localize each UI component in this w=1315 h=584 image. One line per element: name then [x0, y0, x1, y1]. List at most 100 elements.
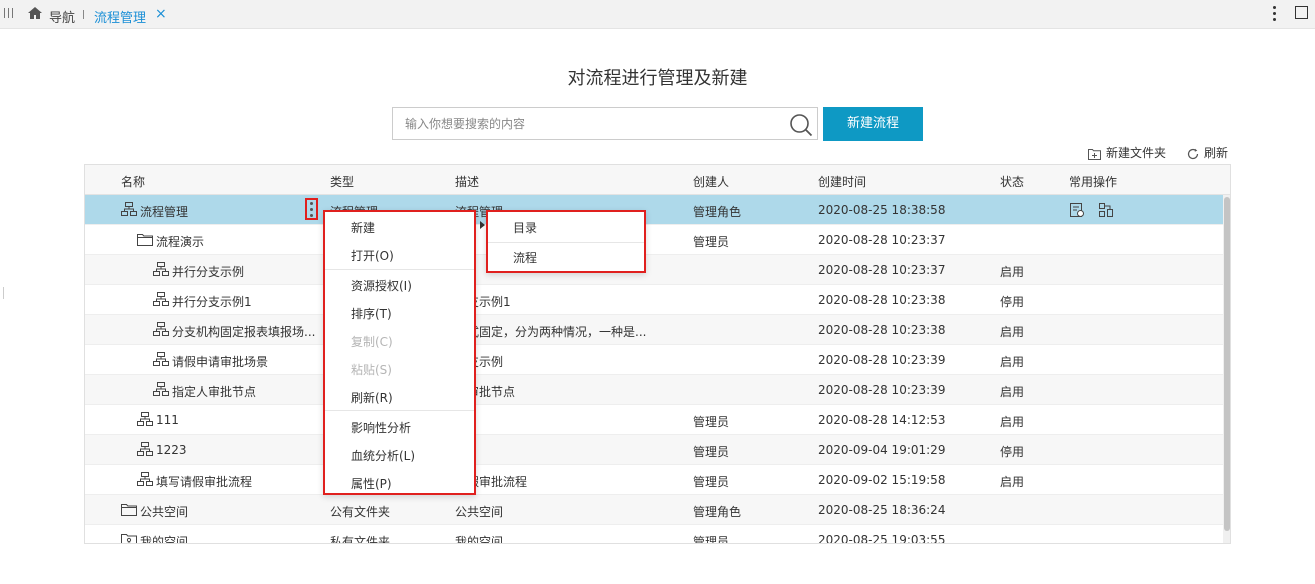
row-status: 停用 [1000, 445, 1025, 459]
folder-user-icon [121, 532, 137, 543]
menu-item-refresh[interactable]: 刷新(R) [325, 384, 474, 412]
column-header-desc[interactable]: 描述 [455, 173, 479, 190]
row-name[interactable]: 分支机构固定报表填报场... [172, 323, 315, 340]
home-icon[interactable] [27, 6, 43, 20]
menu-item-lineage-analysis[interactable]: 血统分析(L) [325, 442, 474, 470]
grip-icon[interactable] [4, 8, 13, 18]
row-creator: 管理员 [693, 475, 730, 489]
row-name[interactable]: 流程管理 [140, 203, 188, 220]
flow-icon [137, 442, 153, 457]
menu-item-new[interactable]: 新建 [325, 214, 485, 242]
row-description: 样式固定，分为两种情况，一种是... [455, 325, 647, 339]
tab-bar: 导航 流程管理 × [0, 0, 1315, 29]
tab-flow-management[interactable]: 流程管理 [94, 7, 146, 26]
flow-icon [153, 262, 169, 277]
row-status: 启用 [1000, 475, 1025, 489]
row-creator: 管理员 [693, 235, 730, 249]
row-created-time: 2020-08-25 18:36:24 [818, 503, 946, 517]
column-header-type[interactable]: 类型 [330, 173, 354, 190]
row-status: 启用 [1000, 265, 1025, 279]
flow-design-icon[interactable] [1098, 202, 1114, 218]
row-name[interactable]: 并行分支示例 [172, 263, 244, 280]
flow-icon [153, 322, 169, 337]
table-row[interactable]: 并行分支示例 2020-08-28 10:23:37 启用 [85, 255, 1223, 285]
table-row[interactable]: 流程管理流程管理流程管理管理角色2020-08-25 18:38:58 [85, 195, 1223, 225]
new-folder-button[interactable]: 新建文件夹 [1088, 144, 1166, 160]
row-created-time: 2020-08-28 10:23:37 [818, 263, 946, 277]
table-row[interactable]: 指定人审批节点 人审批节点 2020-08-28 10:23:39 启用 [85, 375, 1223, 405]
table-row[interactable]: 流程演示 管理员 2020-08-28 10:23:37 [85, 225, 1223, 255]
more-vertical-icon[interactable] [1271, 5, 1277, 21]
menu-divider [325, 410, 474, 411]
row-created-time: 2020-09-04 19:01:29 [818, 443, 946, 457]
new-folder-icon [1088, 149, 1101, 160]
row-name[interactable]: 公共空间 [140, 503, 188, 520]
menu-item-open[interactable]: 打开(O) [325, 242, 474, 270]
table-row[interactable]: 请假申请审批场景 分支示例 2020-08-28 10:23:39 启用 [85, 345, 1223, 375]
table-row[interactable]: 并行分支示例1 分支示例1 2020-08-28 10:23:38 停用 [85, 285, 1223, 315]
flow-icon [121, 202, 137, 217]
table-row[interactable]: 111 管理员 2020-08-28 14:12:53 启用 [85, 405, 1223, 435]
row-created-time: 2020-08-25 19:03:55 [818, 533, 946, 544]
row-creator: 管理角色 [693, 505, 742, 519]
flow-icon [137, 412, 153, 427]
tab-nav[interactable]: 导航 [49, 7, 75, 26]
column-header-status[interactable]: 状态 [1000, 173, 1024, 190]
flow-icon [137, 472, 153, 487]
menu-item-impact-analysis[interactable]: 影响性分析 [325, 414, 474, 442]
row-created-time: 2020-08-28 10:23:38 [818, 293, 946, 307]
column-header-name[interactable]: 名称 [121, 173, 145, 190]
row-creator: 管理角色 [693, 205, 742, 219]
submenu-new: 目录 流程 [486, 210, 646, 273]
refresh-button[interactable]: 刷新 [1187, 144, 1228, 160]
page-title: 对流程进行管理及新建 [567, 68, 748, 89]
row-status: 启用 [1000, 385, 1025, 399]
row-name[interactable]: 请假申请审批场景 [172, 353, 268, 370]
new-flow-button[interactable]: 新建流程 [823, 107, 923, 141]
menu-item-sort[interactable]: 排序(T) [325, 300, 474, 328]
new-folder-label: 新建文件夹 [1106, 146, 1167, 160]
menu-item-properties[interactable]: 属性(P) [325, 470, 474, 498]
folder-icon [137, 232, 153, 247]
column-header-created-time[interactable]: 创建时间 [818, 173, 866, 190]
context-menu: 新建 打开(O) 资源授权(I) 排序(T) 复制(C) 粘贴(S) 刷新(R)… [323, 210, 485, 498]
menu-divider [325, 269, 474, 270]
search-icon[interactable] [789, 113, 813, 137]
row-name[interactable]: 并行分支示例1 [172, 293, 252, 310]
row-name[interactable]: 我的空间 [140, 533, 188, 543]
row-description: 我的空间 [455, 535, 504, 544]
menu-item-paste[interactable]: 粘贴(S) [325, 356, 474, 384]
table-row[interactable]: 1223 管理员 2020-09-04 19:01:29 停用 [85, 435, 1223, 465]
vertical-scrollbar[interactable] [1223, 195, 1230, 543]
table-row[interactable]: 填写请假审批流程 请假审批流程 管理员 2020-09-02 15:19:58 启用 [85, 465, 1223, 495]
search-input[interactable] [405, 108, 775, 139]
row-created-time: 2020-08-25 18:38:58 [818, 203, 946, 217]
column-header-creator[interactable]: 创建人 [693, 173, 729, 190]
flow-table: 名称 类型 描述 创建人 创建时间 状态 常用操作 流程管理流程管理流程管理管理… [84, 164, 1231, 544]
row-more-icon[interactable] [305, 198, 318, 220]
row-creator: 管理员 [693, 445, 730, 459]
row-type: 私有文件夹 [330, 535, 391, 544]
row-name[interactable]: 111 [156, 413, 179, 427]
menu-item-resource-auth[interactable]: 资源授权(I) [325, 272, 474, 300]
table-row[interactable]: 我的空间 私有文件夹 我的空间 管理员 2020-08-25 19:03:55 [85, 525, 1223, 544]
search-box [392, 107, 818, 140]
row-creator: 管理员 [693, 535, 730, 544]
scrollbar-thumb[interactable] [1224, 197, 1230, 531]
row-created-time: 2020-08-28 10:23:39 [818, 383, 946, 397]
folder-icon [121, 502, 137, 517]
row-status: 启用 [1000, 355, 1025, 369]
table-row[interactable]: 公共空间 公有文件夹 公共空间 管理角色 2020-08-25 18:36:24 [85, 495, 1223, 525]
edit-flow-icon[interactable] [1069, 202, 1085, 218]
tab-close-icon[interactable]: × [155, 6, 167, 22]
maximize-icon[interactable] [1295, 6, 1308, 19]
table-row[interactable]: 分支机构固定报表填报场... 样式固定，分为两种情况，一种是... 2020-08-… [85, 315, 1223, 345]
row-name[interactable]: 填写请假审批流程 [156, 473, 252, 490]
row-created-time: 2020-08-28 10:23:38 [818, 323, 946, 337]
menu-item-copy[interactable]: 复制(C) [325, 328, 474, 356]
row-name[interactable]: 流程演示 [156, 233, 204, 250]
row-name[interactable]: 指定人审批节点 [172, 383, 256, 400]
row-name[interactable]: 1223 [156, 443, 187, 457]
submenu-item-flow[interactable]: 流程 [488, 243, 644, 273]
submenu-item-directory[interactable]: 目录 [488, 213, 644, 243]
